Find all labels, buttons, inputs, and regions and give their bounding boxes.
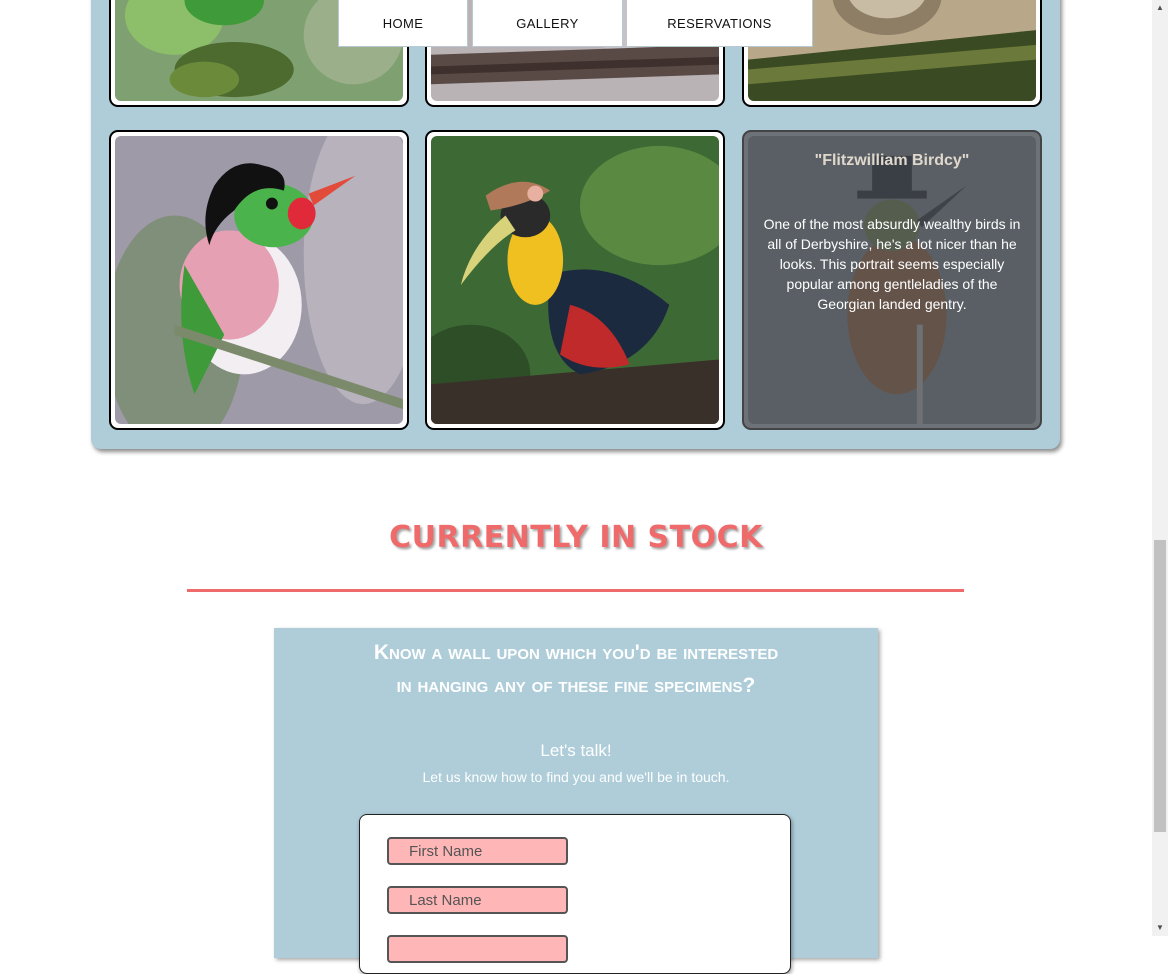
divider	[187, 589, 964, 592]
card-description: One of the most absurdly wealthy birds i…	[763, 216, 1021, 312]
card-hover-overlay: "Flitzwilliam Birdcy" One of the most ab…	[748, 136, 1036, 424]
scrollbar[interactable]: ▲ ▼	[1152, 0, 1168, 936]
last-name-input[interactable]	[387, 886, 568, 914]
first-name-input[interactable]	[387, 837, 568, 865]
scroll-up-icon[interactable]: ▲	[1152, 0, 1168, 16]
email-input[interactable]	[387, 935, 568, 963]
tody-bird-image	[115, 136, 403, 424]
nav-gallery[interactable]: GALLERY	[472, 0, 623, 47]
gallery-card-toucan[interactable]	[425, 130, 725, 430]
contact-panel: Know a wall upon which you'd be interest…	[274, 628, 878, 974]
contact-form	[359, 814, 791, 974]
nav-home[interactable]: HOME	[338, 0, 468, 47]
toucan-image	[431, 136, 719, 424]
contact-heading: Know a wall upon which you'd be interest…	[373, 641, 779, 697]
nav-reservations[interactable]: RESERVATIONS	[626, 0, 813, 47]
gallery-card-tody[interactable]	[109, 130, 409, 430]
scroll-down-icon[interactable]: ▼	[1152, 920, 1168, 936]
contact-subtext: Let us know how to find you and we'll be…	[422, 769, 730, 785]
stock-heading: CURRENTLY IN STOCK	[389, 520, 763, 555]
contact-talk: Let's talk!	[540, 741, 612, 760]
gallery-panel: "Flitzwilliam Birdcy" One of the most ab…	[91, 0, 1060, 449]
gallery-card-flitzwilliam[interactable]: "Flitzwilliam Birdcy" One of the most ab…	[742, 130, 1042, 430]
hummingbird-image: "Flitzwilliam Birdcy" One of the most ab…	[748, 136, 1036, 424]
card-title: "Flitzwilliam Birdcy"	[814, 152, 970, 169]
scrollbar-thumb[interactable]	[1154, 540, 1166, 832]
